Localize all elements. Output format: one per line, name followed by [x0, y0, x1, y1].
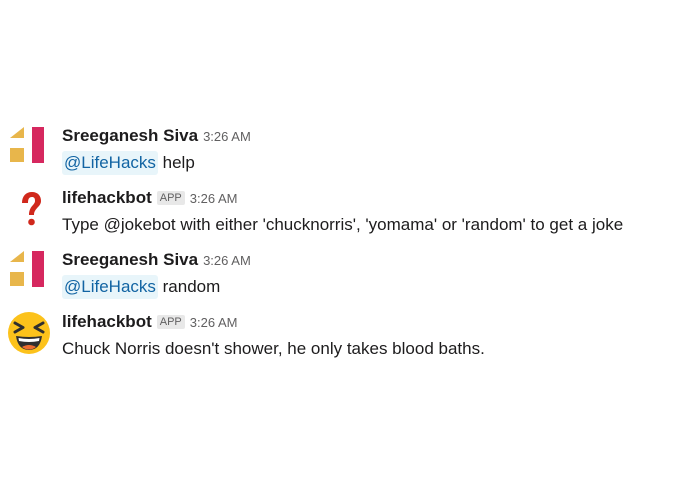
message-item: Sreeganesh Siva 3:26 AM @LifeHacks random	[0, 248, 695, 310]
message-timestamp[interactable]: 3:26 AM	[203, 129, 251, 144]
message-text: Type @jokebot with either 'chucknorris',…	[62, 215, 624, 234]
sender-name[interactable]: lifehackbot	[62, 312, 152, 331]
laughing-emoji-icon[interactable]	[6, 310, 52, 356]
message-text: @LifeHacks help	[62, 151, 695, 175]
message-timestamp[interactable]: 3:26 AM	[190, 315, 238, 330]
mention-link[interactable]: @LifeHacks	[62, 151, 158, 175]
message-text: @LifeHacks random	[62, 275, 695, 299]
message-item: Sreeganesh Siva 3:26 AM @LifeHacks help	[0, 124, 695, 186]
message-item: lifehackbot APP 3:26 AM Chuck Norris doesn…	[0, 310, 695, 372]
message-item: lifehackbot APP 3:26 AM Type @jokebot with…	[0, 186, 695, 248]
mention-link[interactable]: @LifeHacks	[62, 275, 158, 299]
message-body-text: random	[157, 277, 221, 296]
sreeganesh-avatar-icon[interactable]	[6, 124, 52, 170]
sender-name[interactable]: lifehackbot	[62, 188, 152, 207]
sender-name[interactable]: Sreeganesh Siva	[62, 126, 198, 145]
message-body-text: help	[157, 153, 195, 172]
app-badge: APP	[156, 191, 185, 205]
sreeganesh-avatar-icon[interactable]	[6, 248, 52, 294]
message-timestamp[interactable]: 3:26 AM	[203, 253, 251, 268]
question-mark-icon[interactable]	[6, 186, 52, 232]
message-feed: Sreeganesh Siva 3:26 AM @LifeHacks help l…	[0, 0, 695, 494]
app-badge: APP	[156, 315, 185, 329]
message-timestamp[interactable]: 3:26 AM	[190, 191, 238, 206]
sender-name[interactable]: Sreeganesh Siva	[62, 250, 198, 269]
message-text: Chuck Norris doesn't shower, he only tak…	[62, 339, 485, 358]
